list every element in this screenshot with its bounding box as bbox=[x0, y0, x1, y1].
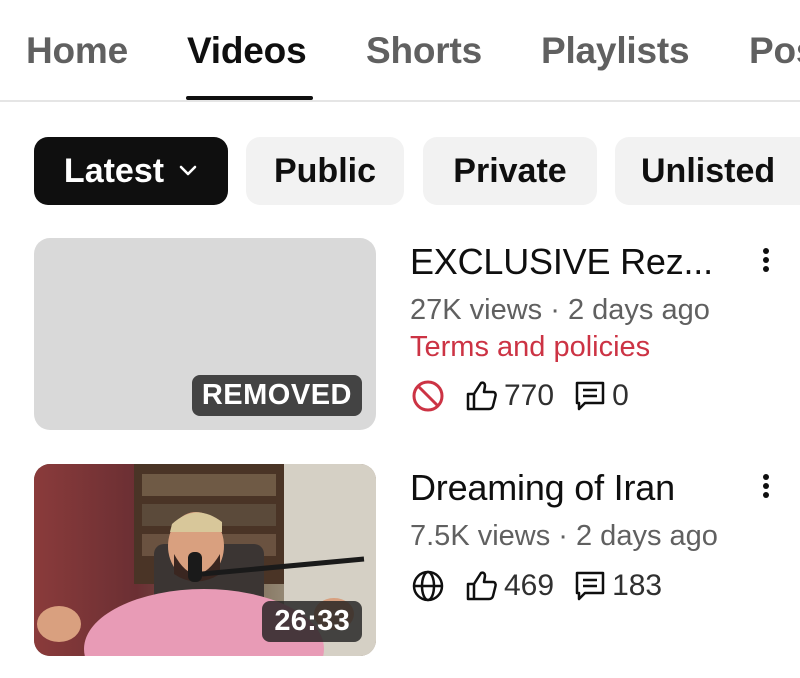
video-duration: 26:33 bbox=[262, 601, 362, 642]
chevron-down-icon bbox=[179, 165, 197, 176]
globe-icon bbox=[412, 570, 444, 602]
removed-badge: REMOVED bbox=[191, 375, 362, 416]
policy-link[interactable]: Terms and policies bbox=[410, 331, 650, 364]
more-options-button[interactable] bbox=[752, 468, 780, 504]
thumbs-up-icon bbox=[466, 381, 497, 411]
filter-chip-private[interactable]: Private bbox=[423, 137, 597, 205]
filter-chip-unlisted[interactable]: Unlisted bbox=[615, 137, 800, 205]
filter-chip-latest-label: Latest bbox=[63, 151, 165, 190]
filter-chip-public[interactable]: Public bbox=[246, 137, 404, 205]
blocked-icon[interactable] bbox=[410, 378, 446, 414]
comment-icon bbox=[575, 571, 605, 601]
tab-shorts[interactable]: Shorts bbox=[366, 30, 482, 72]
comment-count: 183 bbox=[612, 569, 663, 602]
video-thumbnail-removed[interactable]: REMOVED bbox=[34, 238, 376, 430]
filter-chip-latest[interactable]: Latest bbox=[34, 137, 228, 205]
like-count: 469 bbox=[504, 569, 555, 602]
like-count: 770 bbox=[504, 379, 555, 412]
tab-playlists[interactable]: Playlists bbox=[541, 30, 690, 72]
video-title[interactable]: EXCLUSIVE Rez... bbox=[410, 241, 713, 283]
tab-home[interactable]: Home bbox=[26, 30, 128, 72]
channel-tabs: Home Videos Shorts Playlists Pos bbox=[0, 0, 800, 102]
thumbs-up-icon bbox=[466, 571, 497, 601]
video-title[interactable]: Dreaming of Iran bbox=[410, 467, 675, 509]
video-stats: 770 0 bbox=[410, 376, 647, 416]
comment-count: 0 bbox=[612, 379, 629, 412]
comment-icon bbox=[575, 381, 605, 411]
video-meta: 7.5K views · 2 days ago bbox=[410, 520, 718, 552]
active-tab-indicator bbox=[186, 96, 313, 100]
video-meta: 27K views · 2 days ago bbox=[410, 294, 710, 326]
tab-videos[interactable]: Videos bbox=[187, 30, 307, 72]
tab-posts[interactable]: Pos bbox=[749, 30, 800, 72]
more-options-button[interactable] bbox=[752, 242, 780, 278]
video-stats: 469 183 bbox=[410, 566, 680, 606]
video-thumbnail[interactable]: 26:33 bbox=[34, 464, 376, 656]
